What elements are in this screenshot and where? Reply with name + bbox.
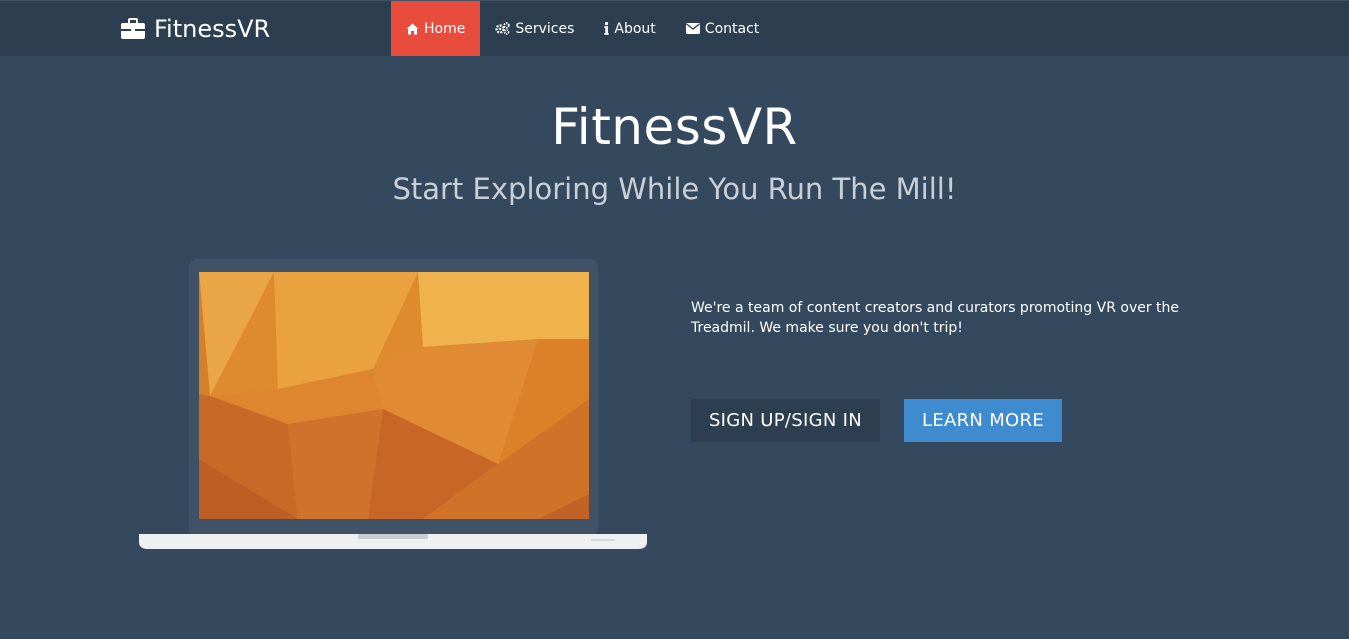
envelope-icon xyxy=(685,23,700,34)
brand-link[interactable]: FitnessVR xyxy=(120,13,270,45)
gears-icon xyxy=(495,22,511,35)
hero-title: FitnessVR xyxy=(551,98,798,156)
intro-text: We're a team of content creators and cur… xyxy=(691,300,1180,336)
briefcase-icon xyxy=(120,18,146,40)
nav-label-services: Services xyxy=(515,20,575,37)
nav-item-services[interactable]: Services xyxy=(480,1,589,56)
info-icon xyxy=(604,22,610,35)
nav-label-home: Home xyxy=(424,20,466,37)
nav-item-about[interactable]: About xyxy=(589,1,670,56)
nav-label-contact: Contact xyxy=(704,20,760,37)
learn-more-button[interactable]: LEARN MORE xyxy=(904,399,1062,442)
nav-label-about: About xyxy=(614,20,656,37)
brand-name: FitnessVR xyxy=(154,15,271,43)
nav-links: Home Services About Contact xyxy=(391,1,774,56)
nav-item-contact[interactable]: Contact xyxy=(671,1,774,56)
home-icon xyxy=(406,23,419,35)
navbar: FitnessVR Home Services About Contact xyxy=(0,0,1349,56)
nav-item-home[interactable]: Home xyxy=(391,1,481,56)
laptop-illustration xyxy=(138,259,648,553)
signup-button[interactable]: SIGN UP/SIGN IN xyxy=(691,399,880,442)
hero-subtitle: Start Exploring While You Run The Mill! xyxy=(392,172,957,206)
